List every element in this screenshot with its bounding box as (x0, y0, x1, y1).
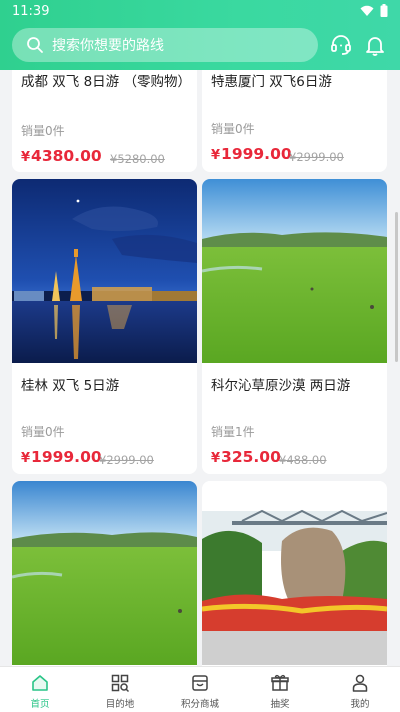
product-price: ¥4380.00 (21, 147, 102, 165)
headset-icon[interactable] (329, 33, 353, 57)
product-price: ¥1999.00 (211, 145, 292, 163)
product-image (12, 481, 197, 665)
search-icon (27, 37, 43, 53)
product-sales: 销量1件 (211, 425, 255, 439)
product-original-price: ¥2999.00 (289, 150, 344, 164)
product-title: 成都 双飞 8日游 （零购物） (21, 74, 191, 90)
product-sales: 销量0件 (211, 122, 255, 136)
product-grid: 成都 双飞 8日游 （零购物） 销量0件 ¥4380.00 ¥5280.00 特… (0, 70, 400, 666)
product-image (202, 179, 387, 363)
product-card[interactable]: 成都 双飞 8日游 （零购物） 销量0件 ¥4380.00 ¥5280.00 (12, 70, 197, 172)
tab-label: 我的 (350, 699, 370, 710)
product-sales: 销量0件 (21, 425, 65, 439)
product-image (202, 481, 387, 665)
home-icon (32, 675, 48, 691)
status-time: 11:39 (12, 4, 50, 19)
tab-label: 目的地 (105, 699, 135, 710)
bottom-tab-bar: 首页 目的地 积分商城 抽奖 我的 (0, 666, 400, 712)
search-input[interactable]: 搜索你想要的路线 (12, 28, 318, 62)
product-title: 特惠厦门 双飞6日游 (211, 74, 332, 90)
product-image (12, 179, 197, 363)
product-card[interactable] (202, 481, 387, 666)
tab-lottery[interactable]: 抽奖 (240, 667, 320, 712)
currency-symbol: ¥ (211, 451, 221, 466)
product-title: 桂林 双飞 5日游 (21, 378, 120, 394)
product-card[interactable]: 特惠厦门 双飞6日游 销量0件 ¥1999.00 ¥2999.00 (202, 70, 387, 172)
gift-icon (271, 674, 289, 691)
tab-mine[interactable]: 我的 (320, 667, 400, 712)
product-price: ¥1999.00 (21, 448, 102, 466)
tab-points-mall[interactable]: 积分商城 (160, 667, 240, 712)
product-original-price: ¥5280.00 (110, 152, 165, 166)
grid-search-icon (111, 674, 130, 693)
tab-label: 抽奖 (270, 699, 290, 710)
tab-label: 首页 (30, 699, 50, 710)
user-icon (352, 674, 368, 692)
currency-symbol: ¥ (21, 150, 31, 165)
wifi-icon (360, 5, 374, 16)
product-card[interactable] (12, 481, 197, 666)
product-sales: 销量0件 (21, 124, 65, 138)
product-price: ¥325.00 (211, 448, 281, 466)
product-title: 科尔沁草原沙漠 两日游 (211, 378, 351, 394)
shop-icon (192, 675, 208, 691)
bell-icon[interactable] (363, 33, 387, 57)
product-original-price: ¥2999.00 (99, 453, 154, 467)
battery-icon (380, 4, 388, 17)
status-bar: 11:39 (0, 0, 400, 24)
scrollbar[interactable] (395, 212, 398, 362)
tab-home[interactable]: 首页 (0, 667, 80, 712)
search-placeholder: 搜索你想要的路线 (52, 38, 164, 54)
product-card[interactable]: 桂林 双飞 5日游 销量0件 ¥1999.00 ¥2999.00 (12, 179, 197, 474)
product-original-price: ¥488.00 (279, 453, 327, 467)
currency-symbol: ¥ (211, 148, 221, 163)
product-card[interactable]: 科尔沁草原沙漠 两日游 销量1件 ¥325.00 ¥488.00 (202, 179, 387, 474)
tab-label: 积分商城 (180, 699, 219, 710)
app-header: 11:39 搜索你想要的路线 (0, 0, 400, 70)
currency-symbol: ¥ (21, 451, 31, 466)
tab-destination[interactable]: 目的地 (80, 667, 160, 712)
